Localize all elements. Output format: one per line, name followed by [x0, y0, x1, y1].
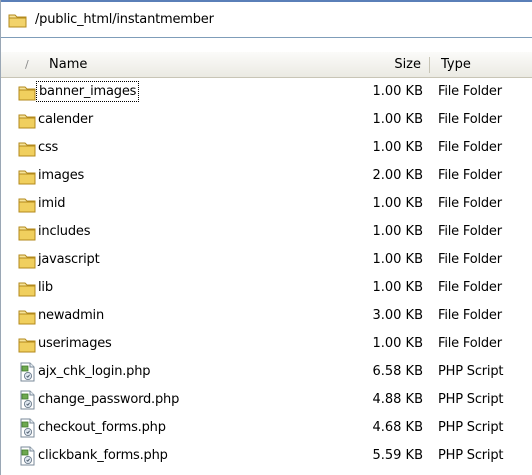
file-row[interactable]: imid 1.00 KB File Folder: [1, 190, 532, 218]
folder-icon: [17, 194, 37, 214]
sort-indicator-icon: /: [25, 58, 29, 71]
file-name: newadmin: [38, 308, 105, 323]
file-row[interactable]: images 2.00 KB File Folder: [1, 162, 532, 190]
file-row[interactable]: change_password.php 4.88 KB PHP Script: [1, 386, 532, 414]
file-name: lib: [38, 280, 53, 295]
file-name: banner_images: [36, 81, 140, 102]
folder-icon: [8, 14, 27, 27]
file-size: 1.00 KB: [372, 252, 423, 267]
file-type: PHP Script: [438, 420, 504, 435]
file-size: 6.58 KB: [372, 364, 423, 379]
file-name: images: [38, 168, 85, 183]
file-type: File Folder: [438, 140, 502, 155]
file-name: checkout_forms.php: [38, 420, 166, 435]
file-size: 3.00 KB: [372, 308, 423, 323]
file-row[interactable]: includes 1.00 KB File Folder: [1, 218, 532, 246]
file-size: 1.00 KB: [372, 84, 423, 99]
column-header-name[interactable]: Name: [49, 52, 87, 77]
folder-icon: [17, 222, 37, 242]
file-name: userimages: [38, 336, 112, 351]
file-type: File Folder: [438, 112, 502, 127]
folder-icon: [17, 278, 37, 298]
file-type: File Folder: [438, 252, 502, 267]
file-name: imid: [38, 196, 66, 211]
file-name: change_password.php: [38, 392, 180, 407]
file-size: 2.00 KB: [372, 168, 423, 183]
folder-icon: [17, 138, 37, 158]
file-type: PHP Script: [438, 448, 504, 463]
file-name: calender: [38, 112, 93, 127]
file-row[interactable]: calender 1.00 KB File Folder: [1, 106, 532, 134]
folder-icon: [17, 166, 37, 186]
file-row[interactable]: css 1.00 KB File Folder: [1, 134, 532, 162]
file-name: includes: [38, 224, 91, 239]
file-size: 1.00 KB: [372, 196, 423, 211]
file-size: 4.88 KB: [372, 392, 423, 407]
file-size: 1.00 KB: [372, 336, 423, 351]
path-bar[interactable]: /public_html/instantmember: [1, 0, 532, 38]
current-path: /public_html/instantmember: [35, 12, 214, 27]
file-row[interactable]: userimages 1.00 KB File Folder: [1, 330, 532, 358]
file-type: PHP Script: [438, 392, 504, 407]
folder-icon: [17, 82, 37, 102]
file-browser-window: /public_html/instantmember / Name Size T…: [0, 0, 532, 475]
column-header: / Name Size Type: [1, 52, 532, 78]
file-type: File Folder: [438, 308, 502, 323]
folder-icon: [17, 306, 37, 326]
file-name: ajx_chk_login.php: [38, 364, 151, 379]
file-size: 4.68 KB: [372, 420, 423, 435]
column-header-size[interactable]: Size: [341, 52, 421, 77]
file-name: javascript: [38, 252, 100, 267]
file-row[interactable]: clickbank_forms.php 5.59 KB PHP Script: [1, 442, 532, 470]
file-name: css: [38, 140, 59, 155]
file-size: 1.00 KB: [372, 140, 423, 155]
file-row[interactable]: newadmin 3.00 KB File Folder: [1, 302, 532, 330]
file-type: File Folder: [438, 224, 502, 239]
file-type: PHP Script: [438, 364, 504, 379]
file-row[interactable]: banner_images 1.00 KB File Folder: [1, 78, 532, 106]
spacer: [1, 38, 532, 52]
file-type: File Folder: [438, 84, 502, 99]
file-type: File Folder: [438, 168, 502, 183]
column-header-type[interactable]: Type: [441, 52, 471, 77]
file-row[interactable]: ajx_chk_login.php 6.58 KB PHP Script: [1, 358, 532, 386]
file-size: 1.00 KB: [372, 224, 423, 239]
php-file-icon: [17, 418, 37, 438]
file-row[interactable]: lib 1.00 KB File Folder: [1, 274, 532, 302]
file-name: clickbank_forms.php: [38, 448, 168, 463]
file-row[interactable]: checkout_forms.php 4.68 KB PHP Script: [1, 414, 532, 442]
php-file-icon: [17, 390, 37, 410]
file-size: 1.00 KB: [372, 112, 423, 127]
file-type: File Folder: [438, 196, 502, 211]
file-row[interactable]: javascript 1.00 KB File Folder: [1, 246, 532, 274]
folder-icon: [17, 250, 37, 270]
file-type: File Folder: [438, 336, 502, 351]
folder-icon: [17, 110, 37, 130]
column-divider[interactable]: [429, 57, 430, 73]
file-type: File Folder: [438, 280, 502, 295]
php-file-icon: [17, 362, 37, 382]
php-file-icon: [17, 446, 37, 466]
file-size: 5.59 KB: [372, 448, 423, 463]
file-size: 1.00 KB: [372, 280, 423, 295]
folder-icon: [17, 334, 37, 354]
